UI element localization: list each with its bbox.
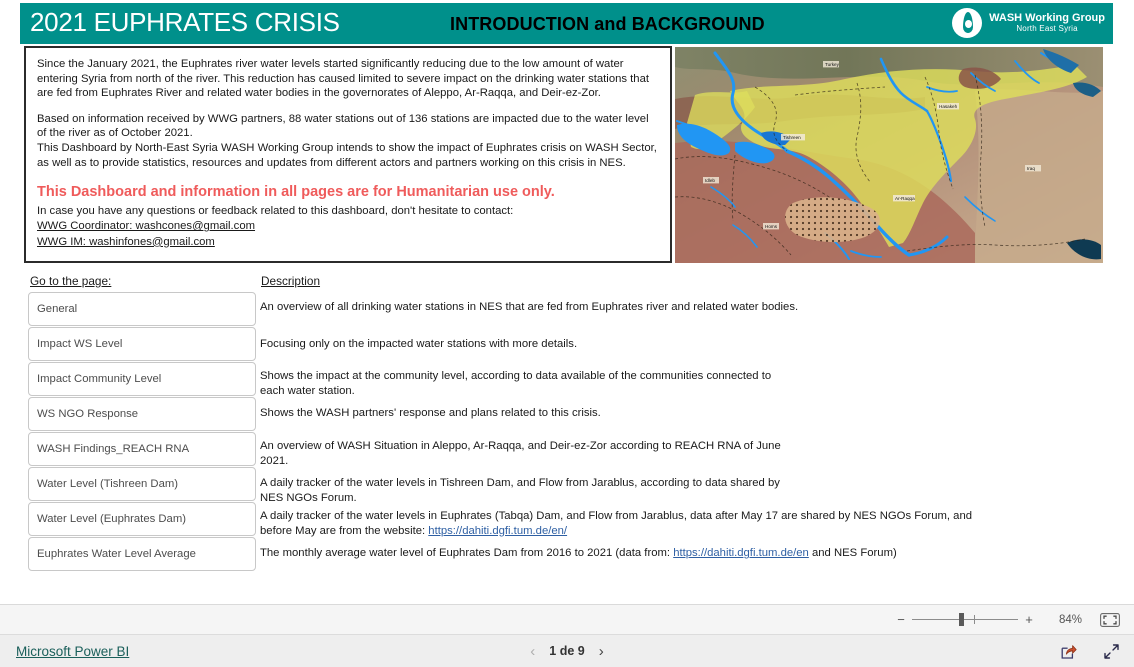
nav-button-impact-community-level[interactable]: Impact Community Level [28, 362, 256, 396]
nav-label: Impact Community Level [37, 373, 162, 385]
page-navigation: ‹ 1 de 9 › [502, 643, 632, 660]
description-ws-ngo-response: Shows the WASH partners' response and pl… [260, 407, 601, 419]
fit-to-screen-icon[interactable] [1100, 612, 1120, 627]
introduction-textbox: Since the January 2021, the Euphrates ri… [24, 46, 672, 263]
contact-im-link[interactable]: WWG IM: washinfones@gmail.com [37, 235, 658, 251]
svg-text:Turkey: Turkey [825, 62, 840, 67]
svg-text:Homs: Homs [765, 224, 778, 229]
zoom-slider-thumb[interactable] [959, 613, 964, 626]
page-subtitle: INTRODUCTION and BACKGROUND [450, 14, 765, 34]
powerbi-brand-link[interactable]: Microsoft Power BI [16, 644, 129, 659]
description-wash-findings: An overview of WASH Situation in Aleppo,… [260, 440, 781, 467]
dahiti-link-2[interactable]: https://dahiti.dgfi.tum.de/en [673, 547, 809, 559]
description-text: A daily tracker of the water levels in E… [260, 510, 973, 537]
nav-button-wash-findings-reach-rna[interactable]: WASH Findings_REACH RNA [28, 432, 256, 466]
water-drop-logo-icon [952, 8, 983, 38]
logo-subtitle: North East Syria [1016, 23, 1078, 33]
intro-paragraph-3: This Dashboard by North-East Syria WASH … [37, 141, 657, 169]
description-tishreen-dam: A daily tracker of the water levels in T… [260, 477, 780, 504]
zoom-percent-label: 84% [1058, 613, 1082, 626]
nav-label: Impact WS Level [37, 338, 123, 350]
intro-paragraph-1: Since the January 2021, the Euphrates ri… [37, 58, 650, 100]
svg-text:Idleb: Idleb [705, 178, 715, 183]
map-graphic: Tishreen Hasakeh Ar-Raqqa Idleb Homs Tur… [675, 47, 1103, 263]
svg-text:Tishreen: Tishreen [783, 135, 801, 140]
nav-label: WASH Findings_REACH RNA [37, 443, 190, 455]
zoom-out-button[interactable]: − [894, 612, 908, 627]
contact-intro-line: In case you have any questions or feedba… [37, 205, 514, 218]
svg-text:Ar-Raqqa: Ar-Raqqa [895, 196, 915, 201]
nav-button-water-level-euphrates-dam[interactable]: Water Level (Euphrates Dam) [28, 502, 256, 536]
footer-actions [1060, 643, 1120, 660]
nav-label: Water Level (Tishreen Dam) [37, 478, 179, 490]
description-impact-ws-level: Focusing only on the impacted water stat… [260, 338, 578, 350]
powerbi-report-page: 2021 EUPHRATES CRISIS INTRODUCTION and B… [0, 0, 1134, 667]
report-footer: Microsoft Power BI ‹ 1 de 9 › [0, 634, 1134, 667]
description-text-after: and NES Forum) [808, 547, 897, 559]
page-title: 2021 EUPHRATES CRISIS [30, 7, 340, 37]
description-heading: Description [261, 274, 321, 288]
description-euphrates-dam: A daily tracker of the water levels in E… [260, 509, 1005, 538]
nes-satellite-map: Tishreen Hasakeh Ar-Raqqa Idleb Homs Tur… [675, 47, 1103, 263]
nav-label: Euphrates Water Level Average [37, 548, 196, 560]
description-impact-community-level: Shows the impact at the community level,… [260, 370, 772, 397]
nav-label: Water Level (Euphrates Dam) [37, 513, 187, 525]
nav-button-general[interactable]: General [28, 292, 256, 326]
nav-label: General [37, 303, 78, 315]
zoom-slider-tick [974, 615, 975, 624]
zoom-toolbar: − + 84% [0, 604, 1134, 634]
fullscreen-icon[interactable] [1103, 643, 1120, 660]
humanitarian-use-warning: This Dashboard and information in all pa… [37, 184, 555, 201]
nav-label: WS NGO Response [37, 408, 139, 420]
description-water-level-average: The monthly average water level of Euphr… [260, 546, 1005, 561]
nav-button-euphrates-water-level-average[interactable]: Euphrates Water Level Average [28, 537, 256, 571]
contact-coordinator-link[interactable]: WWG Coordinator: washcones@gmail.com [37, 219, 658, 235]
dahiti-link-1[interactable]: https://dahiti.dgfi.tum.de/en/ [428, 525, 567, 537]
page-indicator: 1 de 9 [549, 644, 585, 658]
chevron-left-icon[interactable]: ‹ [530, 643, 535, 660]
wwg-logo: WASH Working Group North East Syria [952, 8, 1105, 38]
goto-page-heading: Go to the page: [30, 274, 112, 288]
svg-text:Iraq: Iraq [1027, 166, 1035, 171]
report-header: 2021 EUPHRATES CRISIS INTRODUCTION and B… [20, 3, 1113, 44]
intro-paragraph-2: Based on information received by WWG par… [37, 112, 649, 140]
zoom-slider[interactable] [912, 613, 1018, 626]
chevron-right-icon[interactable]: › [599, 643, 604, 660]
logo-title: WASH Working Group [989, 12, 1105, 25]
zoom-in-button[interactable]: + [1022, 612, 1036, 627]
nav-button-impact-ws-level[interactable]: Impact WS Level [28, 327, 256, 361]
share-icon[interactable] [1060, 643, 1077, 660]
page-navigation-list: General Impact WS Level Impact Community… [28, 292, 256, 572]
logo-text-block: WASH Working Group North East Syria [989, 12, 1105, 33]
svg-text:Hasakeh: Hasakeh [939, 104, 958, 109]
nav-button-ws-ngo-response[interactable]: WS NGO Response [28, 397, 256, 431]
description-text: The monthly average water level of Euphr… [260, 547, 674, 559]
description-general: An overview of all drinking water statio… [260, 301, 799, 313]
nav-button-water-level-tishreen-dam[interactable]: Water Level (Tishreen Dam) [28, 467, 256, 501]
